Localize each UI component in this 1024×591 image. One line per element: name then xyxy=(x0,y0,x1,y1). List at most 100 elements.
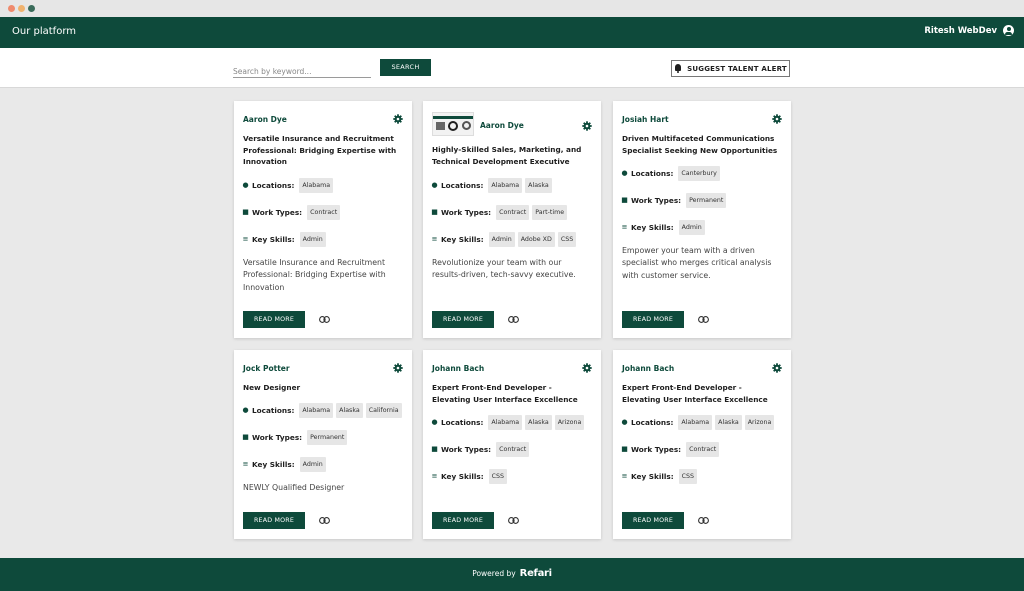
card-title: Expert Front-End Developer - Elevating U… xyxy=(432,383,578,404)
locations-row: ● Locations: Alabama Alaska Arizona xyxy=(621,415,775,430)
search-bar: SEARCH SUGGEST TALENT ALERT xyxy=(0,48,1024,88)
key-skills-row: ≡ Key Skills: Admin Adobe XD CSS xyxy=(431,232,577,247)
briefcase-icon: ■ xyxy=(621,196,628,204)
card-title: Versatile Insurance and Recruitment Prof… xyxy=(243,134,397,166)
card-description: NEWLY Qualified Designer xyxy=(243,483,345,492)
skill-tag: CSS xyxy=(488,469,508,484)
talent-card: Jock Potter New Designer ● Locations: Al… xyxy=(234,350,412,539)
link-icon[interactable] xyxy=(508,316,519,323)
gear-icon[interactable] xyxy=(393,363,403,373)
location-tag: Alabama xyxy=(299,178,334,193)
map-pin-icon: ● xyxy=(621,418,628,426)
list-icon: ≡ xyxy=(621,472,628,480)
gear-icon[interactable] xyxy=(772,363,782,373)
candidate-name[interactable]: Johann Bach xyxy=(432,364,484,373)
key-skills-label: Key Skills: xyxy=(441,235,484,244)
read-more-button[interactable]: READ MORE xyxy=(243,311,305,328)
work-type-tag: Contract xyxy=(686,442,720,457)
location-tag: Arizona xyxy=(744,415,775,430)
locations-label: Locations: xyxy=(631,169,674,178)
map-pin-icon: ● xyxy=(621,169,628,177)
location-tag: California xyxy=(365,403,402,418)
location-tag: Alabama xyxy=(488,178,523,193)
key-skills-label: Key Skills: xyxy=(252,460,295,469)
location-tag: Arizona xyxy=(554,415,585,430)
read-more-button[interactable]: READ MORE xyxy=(622,512,684,529)
window-chrome xyxy=(0,0,1024,17)
work-type-tag: Contract xyxy=(496,442,530,457)
footer: Powered by Refari xyxy=(0,558,1024,591)
link-icon[interactable] xyxy=(508,517,519,524)
brand-title[interactable]: Our platform xyxy=(12,26,76,37)
read-more-button[interactable]: READ MORE xyxy=(622,311,684,328)
skill-tag: Admin xyxy=(299,232,326,247)
work-types-label: Work Types: xyxy=(252,433,303,442)
candidate-thumbnail xyxy=(432,112,474,136)
briefcase-icon: ■ xyxy=(431,208,438,216)
candidate-name[interactable]: Aaron Dye xyxy=(480,121,524,130)
user-name: Ritesh WebDev xyxy=(924,25,997,36)
work-types-label: Work Types: xyxy=(631,445,682,454)
link-icon[interactable] xyxy=(319,517,330,524)
user-menu[interactable]: Ritesh WebDev xyxy=(924,25,1014,36)
read-more-button[interactable]: READ MORE xyxy=(432,512,494,529)
candidate-name[interactable]: Jock Potter xyxy=(243,364,290,373)
briefcase-icon: ■ xyxy=(242,208,249,216)
list-icon: ≡ xyxy=(621,223,628,231)
link-icon[interactable] xyxy=(698,316,709,323)
candidate-name[interactable]: Johann Bach xyxy=(622,364,674,373)
skill-tag: Admin xyxy=(299,457,326,472)
talent-card: Aaron Dye Versatile Insurance and Recrui… xyxy=(234,101,412,338)
candidate-name[interactable]: Josiah Hart xyxy=(622,115,669,124)
card-title: New Designer xyxy=(243,383,301,392)
work-type-tag: Permanent xyxy=(307,430,348,445)
locations-row: ● Locations: Canterbury xyxy=(621,166,720,181)
key-skills-label: Key Skills: xyxy=(631,472,674,481)
read-more-button[interactable]: READ MORE xyxy=(243,512,305,529)
window-maximize-dot[interactable] xyxy=(28,5,35,12)
key-skills-label: Key Skills: xyxy=(631,223,674,232)
candidate-name[interactable]: Aaron Dye xyxy=(243,115,287,124)
list-icon: ≡ xyxy=(431,235,438,243)
work-types-row: ■ Work Types: Contract xyxy=(242,205,341,220)
bell-icon xyxy=(674,64,682,73)
gear-icon[interactable] xyxy=(393,114,403,124)
search-button[interactable]: SEARCH xyxy=(380,59,431,76)
skill-tag: Admin xyxy=(678,220,705,235)
card-title: Highly-Skilled Sales, Marketing, and Tec… xyxy=(432,145,582,166)
powered-by-text: Powered by xyxy=(472,569,516,578)
skill-tag: CSS xyxy=(678,469,698,484)
gear-icon[interactable] xyxy=(582,121,592,131)
window-minimize-dot[interactable] xyxy=(18,5,25,12)
skill-tag: Admin xyxy=(488,232,515,247)
locations-label: Locations: xyxy=(631,418,674,427)
card-title: Driven Multifaceted Communications Speci… xyxy=(622,134,778,155)
locations-label: Locations: xyxy=(441,181,484,190)
search-input[interactable] xyxy=(233,65,371,78)
work-types-row: ■ Work Types: Contract xyxy=(621,442,720,457)
talent-card: Aaron Dye Highly-Skilled Sales, Marketin… xyxy=(423,101,601,338)
user-circle-icon xyxy=(1003,25,1014,36)
key-skills-row: ≡ Key Skills: Admin xyxy=(242,232,326,247)
gear-icon[interactable] xyxy=(772,114,782,124)
work-type-tag: Part-time xyxy=(532,205,568,220)
read-more-button[interactable]: READ MORE xyxy=(432,311,494,328)
work-type-tag: Permanent xyxy=(686,193,727,208)
location-tag: Alabama xyxy=(299,403,334,418)
link-icon[interactable] xyxy=(698,517,709,524)
skill-tag: Adobe XD xyxy=(517,232,555,247)
work-type-tag: Contract xyxy=(307,205,341,220)
location-tag: Alaska xyxy=(525,178,552,193)
gear-icon[interactable] xyxy=(582,363,592,373)
suggest-talent-alert-button[interactable]: SUGGEST TALENT ALERT xyxy=(671,60,790,77)
refari-logo[interactable]: Refari xyxy=(520,568,552,579)
window-close-dot[interactable] xyxy=(8,5,15,12)
key-skills-label: Key Skills: xyxy=(252,235,295,244)
work-types-label: Work Types: xyxy=(441,445,492,454)
card-title: Expert Front-End Developer - Elevating U… xyxy=(622,383,768,404)
link-icon[interactable] xyxy=(319,316,330,323)
work-types-row: ■ Work Types: Contract xyxy=(431,442,530,457)
map-pin-icon: ● xyxy=(242,181,249,189)
suggest-talent-alert-label: SUGGEST TALENT ALERT xyxy=(687,64,787,73)
map-pin-icon: ● xyxy=(431,181,438,189)
